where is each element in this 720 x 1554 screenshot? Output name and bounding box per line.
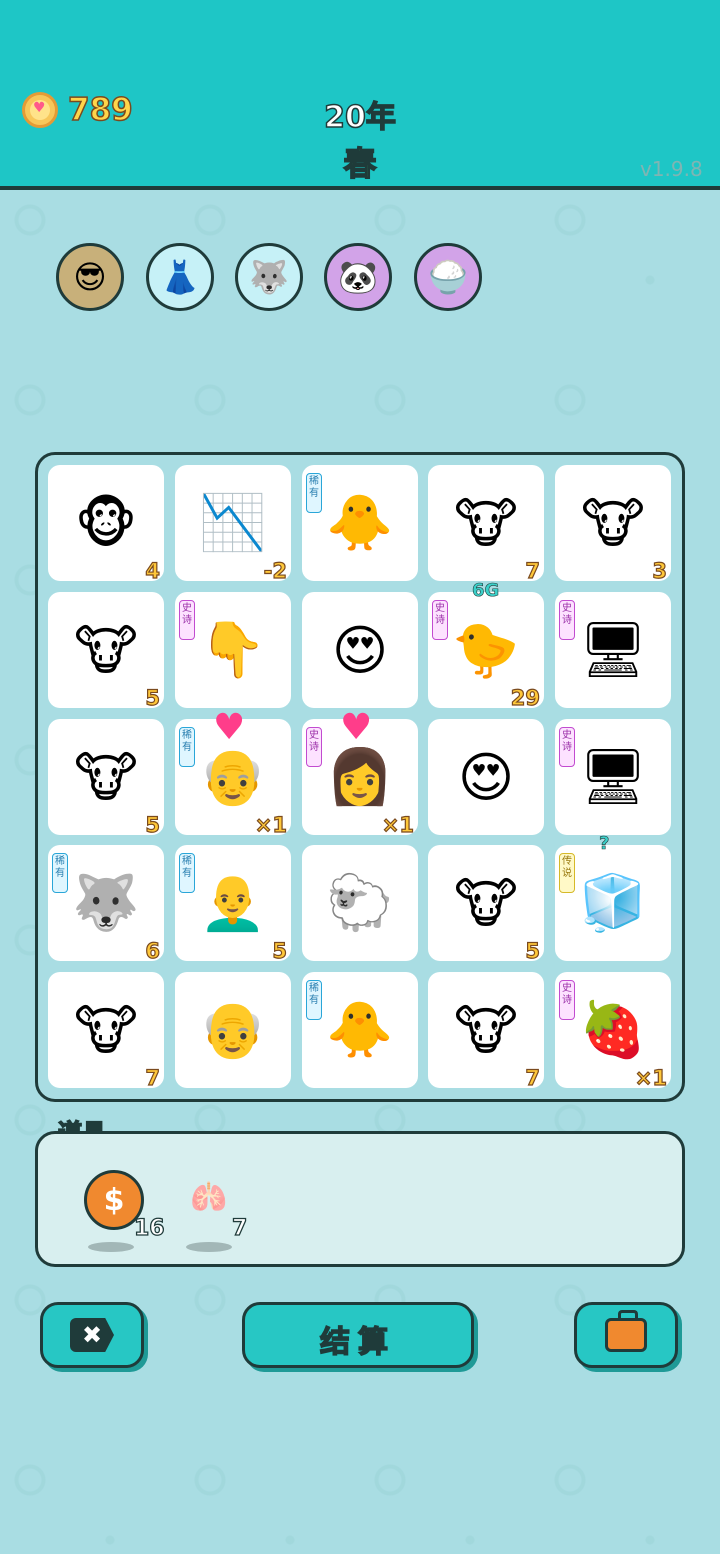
cell-value: ×1: [634, 1065, 667, 1090]
slot-cell[interactable]: 🖥 史诗: [555, 719, 671, 835]
slot-cell[interactable]: 🐑: [302, 845, 418, 961]
item-shadow: [88, 1242, 134, 1252]
rarity-tag: 稀有: [306, 473, 322, 513]
slot-cell[interactable]: 🐮 7: [428, 972, 544, 1091]
slot-cell[interactable]: 👨‍🦲 稀有 5: [175, 845, 291, 964]
settle-button[interactable]: 结算: [242, 1302, 474, 1368]
slot-cell[interactable]: 🐥 稀有: [302, 972, 418, 1088]
heart-icon: ♥: [213, 707, 246, 748]
slot-cell[interactable]: 🐮 7: [428, 465, 544, 584]
rarity-tag: 稀有: [52, 853, 68, 893]
slot-cell[interactable]: 🐮 3: [555, 465, 671, 584]
close-icon: ✖: [70, 1318, 114, 1352]
cell-value: 5: [525, 938, 541, 963]
slot-cell[interactable]: 🐺 稀有 6: [48, 845, 164, 964]
love-face-icon: 😍: [331, 618, 389, 682]
item-shadow: [186, 1242, 232, 1252]
slot-cell[interactable]: 🐤 史诗 6G 29: [428, 580, 544, 711]
slot-cell[interactable]: 🐥 稀有: [302, 465, 418, 581]
cell-value: 6: [145, 938, 161, 963]
heart-icon: ♥: [340, 707, 373, 748]
briefcase-icon: [605, 1310, 647, 1352]
rarity-tag: 稀有: [179, 727, 195, 767]
rarity-tag: 史诗: [559, 727, 575, 767]
rarity-tag: 传说: [559, 853, 575, 893]
items-panel: $16 🫁 7: [35, 1131, 685, 1267]
top-bar: ♥ 789 20年 春 v1.9.8: [0, 0, 720, 190]
slot-cell[interactable]: 😍: [428, 719, 544, 835]
cell-value: ×1: [381, 812, 414, 837]
cell-value: 7: [525, 1065, 541, 1090]
cell-value: 5: [145, 685, 161, 710]
rarity-tag: 稀有: [179, 853, 195, 893]
slot-cell[interactable]: 🐮 7: [48, 972, 164, 1091]
cell-value: 4: [145, 558, 161, 583]
rarity-tag: 稀有: [306, 980, 322, 1020]
slot-cell[interactable]: 👴 稀有 ♥ ×1: [175, 707, 291, 838]
buff-panda-icon[interactable]: 🐼: [324, 243, 392, 311]
buff-husky-icon[interactable]: 🐺: [235, 243, 303, 311]
coin-count: 789: [67, 91, 133, 129]
slot-cell[interactable]: 🖥 史诗: [555, 592, 671, 708]
cell-value: 3: [652, 558, 668, 583]
love-face-icon: 😍: [457, 745, 515, 809]
liver-icon: 🫁: [190, 1179, 228, 1215]
cell-note: 6G: [472, 580, 500, 602]
cell-note: ?: [599, 833, 610, 855]
cell-value: 29: [510, 685, 540, 710]
old-man-glasses-icon: 👴: [199, 998, 267, 1061]
item-count: 7: [231, 1215, 248, 1241]
season-label: 春: [343, 143, 378, 184]
version-label: v1.9.8: [640, 157, 703, 181]
sheep-icon: 🐑: [326, 871, 394, 934]
rarity-tag: 史诗: [559, 980, 575, 1020]
slot-cell[interactable]: 👴: [175, 972, 291, 1088]
cell-value: 7: [145, 1065, 161, 1090]
slot-cell[interactable]: 👩 史诗 ♥ ×1: [302, 707, 418, 838]
rarity-tag: 史诗: [432, 600, 448, 640]
slot-cell[interactable]: 🐵 4: [48, 465, 164, 584]
heart-coin-icon: ♥: [22, 92, 58, 128]
backpack-button[interactable]: [574, 1302, 678, 1368]
buff-sunglasses-face-icon[interactable]: 😎: [56, 243, 124, 311]
cell-value: -2: [263, 558, 288, 583]
slot-cell[interactable]: 🐮 5: [428, 845, 544, 964]
slot-cell[interactable]: 📉 -2: [175, 465, 291, 584]
exit-button[interactable]: ✖: [40, 1302, 144, 1368]
slot-cell[interactable]: 👇 史诗: [175, 592, 291, 708]
item-dollar-coin[interactable]: $16: [84, 1170, 165, 1252]
cell-value: 7: [525, 558, 541, 583]
cell-value: ×1: [254, 812, 287, 837]
item-count: 16: [133, 1215, 165, 1241]
slot-board: 🐵 4 📉 -2 🐥 稀有 🐮 7 🐮 3 🐮 5 👇 史诗 😍 🐤 史诗 6G 29 🖥 史诗 🐮 5 👴 稀有 ♥ ×1 👩 史诗 ♥…: [35, 452, 685, 1102]
cell-value: 5: [272, 938, 288, 963]
rarity-tag: 史诗: [559, 600, 575, 640]
year-label: 20年: [323, 99, 396, 136]
rarity-tag: 史诗: [179, 600, 195, 640]
buff-rice-bowl-icon[interactable]: 🍚: [414, 243, 482, 311]
settle-label: 结算: [319, 1324, 396, 1361]
rarity-tag: 史诗: [306, 727, 322, 767]
buff-skirt-icon[interactable]: 👗: [146, 243, 214, 311]
slot-cell[interactable]: 🧊 传说?: [555, 833, 671, 961]
slot-cell[interactable]: 😍: [302, 592, 418, 708]
slot-cell[interactable]: 🍓 史诗 ×1: [555, 972, 671, 1091]
cell-value: 5: [145, 812, 161, 837]
slot-cell[interactable]: 🐮 5: [48, 592, 164, 711]
slot-cell[interactable]: 🐮 5: [48, 719, 164, 838]
item-liver[interactable]: 🫁 7: [182, 1170, 248, 1252]
